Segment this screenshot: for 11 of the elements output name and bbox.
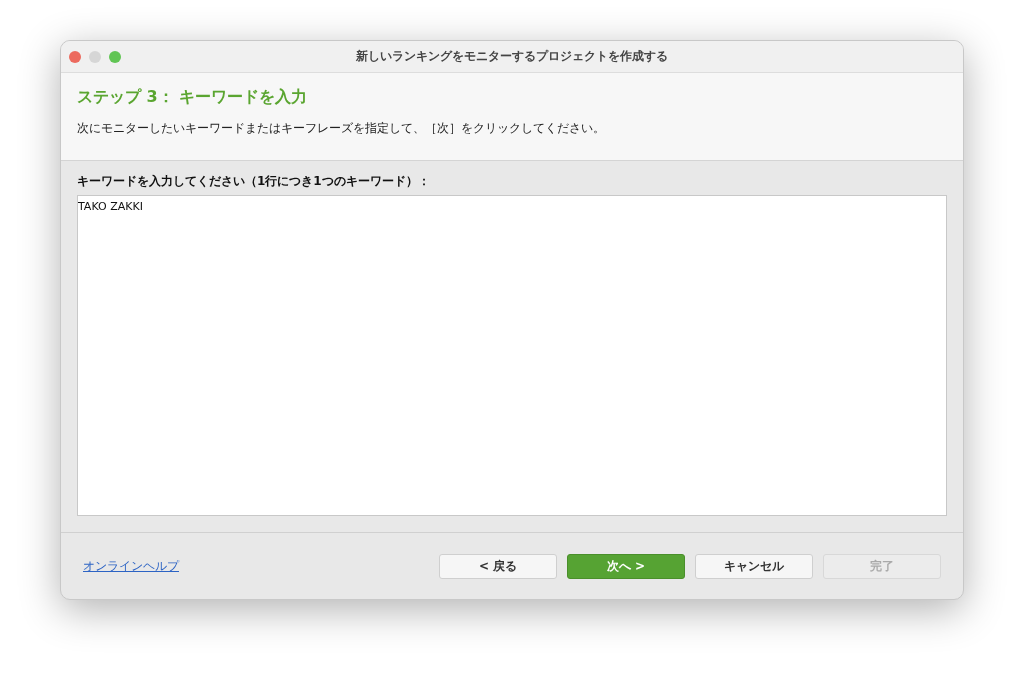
- window-title: 新しいランキングをモニターするプロジェクトを作成する: [356, 48, 668, 65]
- step-description: 次にモニターしたいキーワードまたはキーフレーズを指定して、［次］をクリックしてください。: [77, 120, 606, 137]
- minimize-icon[interactable]: [89, 50, 101, 63]
- online-help-link[interactable]: オンラインヘルプ: [83, 557, 179, 575]
- wizard-button[interactable]: キャンセル: [695, 553, 813, 579]
- keywords-input-field[interactable]: TAKO ZAKKI: [77, 195, 947, 516]
- step-title: ステップ 3： キーワードを入力: [77, 87, 309, 108]
- zoom-icon[interactable]: [109, 50, 121, 63]
- wizard-button[interactable]: < 戻る: [439, 553, 557, 579]
- keywords-label: キーワードを入力してください（1行につき1つのキーワード）：: [77, 173, 431, 190]
- close-icon[interactable]: [69, 50, 81, 63]
